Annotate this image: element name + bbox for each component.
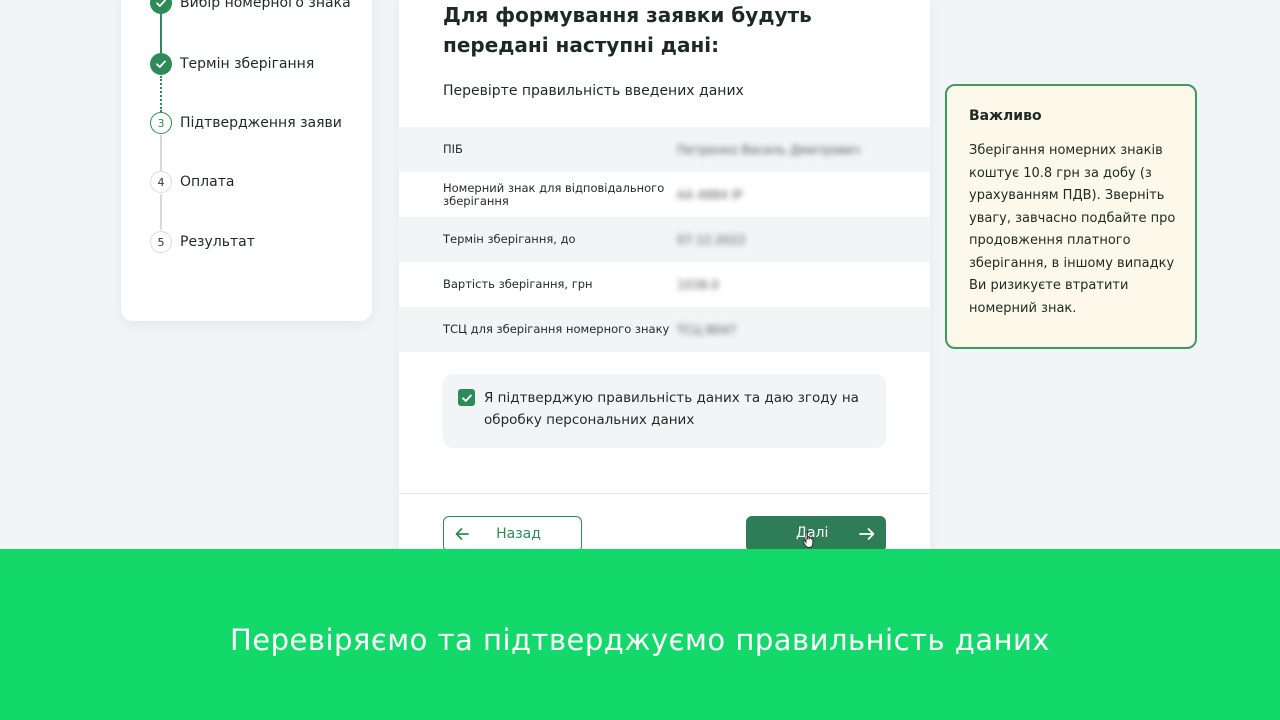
stepper-connector: [160, 12, 162, 54]
back-button[interactable]: Назад: [443, 516, 582, 552]
step-label: Вибір номерного знака: [180, 0, 351, 11]
caption-text: Перевіряємо та підтверджуємо правильніст…: [229, 622, 1051, 657]
step-number: 3: [150, 112, 172, 134]
step-label: Результат: [180, 234, 255, 250]
row-value-blurred: АА 4884 ІР: [677, 187, 743, 202]
row-label: ПІБ: [443, 142, 463, 156]
step-label: Підтвердження заяви: [180, 115, 342, 131]
caption-banner: Перевіряємо та підтверджуємо правильніст…: [0, 549, 1280, 720]
consent-block: Я підтверджую правильність даних та даю …: [443, 374, 886, 448]
row-value-blurred: 1038.0: [677, 277, 719, 292]
stepper-card: [121, 0, 372, 321]
step-confirmation: 3 Підтвердження заяви: [150, 112, 342, 134]
check-icon: [150, 0, 172, 14]
page-title: Для формування заявки будуть передані на…: [443, 3, 812, 57]
checkbox-checked-icon[interactable]: [458, 389, 475, 406]
check-icon: [150, 53, 172, 75]
step-label: Термін зберігання: [180, 56, 315, 72]
info-title: Важливо: [969, 108, 1042, 124]
important-info-card: Важливо Зберігання номерних знаків кошту…: [945, 84, 1197, 349]
data-table: ПІБ Петренко Василь Дмитрович Номерний з…: [399, 127, 930, 352]
step-payment: 4 Оплата: [150, 171, 234, 193]
stepper-connector: [160, 194, 162, 230]
application-review-panel: Для формування заявки будуть передані на…: [399, 0, 930, 560]
step-number: 5: [150, 231, 172, 253]
row-label: Термін зберігання, до: [443, 232, 576, 246]
consent-label[interactable]: Я підтверджую правильність даних та даю …: [484, 387, 870, 431]
row-value-blurred: 07.12.2022: [677, 232, 746, 247]
info-text: Зберігання номерних знаків коштує 10.8 г…: [969, 143, 1176, 316]
table-row: ПІБ Петренко Василь Дмитрович: [399, 127, 930, 172]
step-result: 5 Результат: [150, 231, 255, 253]
step-plate-selection[interactable]: Вибір номерного знака: [150, 0, 351, 14]
step-storage-term[interactable]: Термін зберігання: [150, 53, 314, 75]
arrow-left-icon: [454, 526, 470, 546]
next-button[interactable]: Далі: [746, 516, 886, 552]
stepper-connector-current: [160, 76, 162, 112]
page-subtitle: Перевірте правильність введених даних: [443, 83, 744, 99]
table-row: Термін зберігання, до 07.12.2022: [399, 217, 930, 262]
step-number: 4: [150, 171, 172, 193]
arrow-right-icon: [858, 525, 876, 547]
row-label: Номерний знак для відповідального зберіг…: [443, 180, 665, 208]
table-row: Вартість зберігання, грн 1038.0: [399, 262, 930, 307]
divider: [399, 493, 930, 494]
row-value-blurred: Петренко Василь Дмитрович: [677, 142, 861, 157]
stepper-connector: [160, 135, 162, 171]
row-value-blurred: ТСЦ 8047: [677, 322, 737, 337]
table-row: Номерний знак для відповідального зберіг…: [399, 172, 930, 217]
row-label: Вартість зберігання, грн: [443, 277, 593, 291]
step-label: Оплата: [180, 174, 235, 190]
table-row: ТСЦ для зберігання номерного знаку ТСЦ 8…: [399, 307, 930, 352]
row-label: ТСЦ для зберігання номерного знаку: [443, 322, 670, 336]
